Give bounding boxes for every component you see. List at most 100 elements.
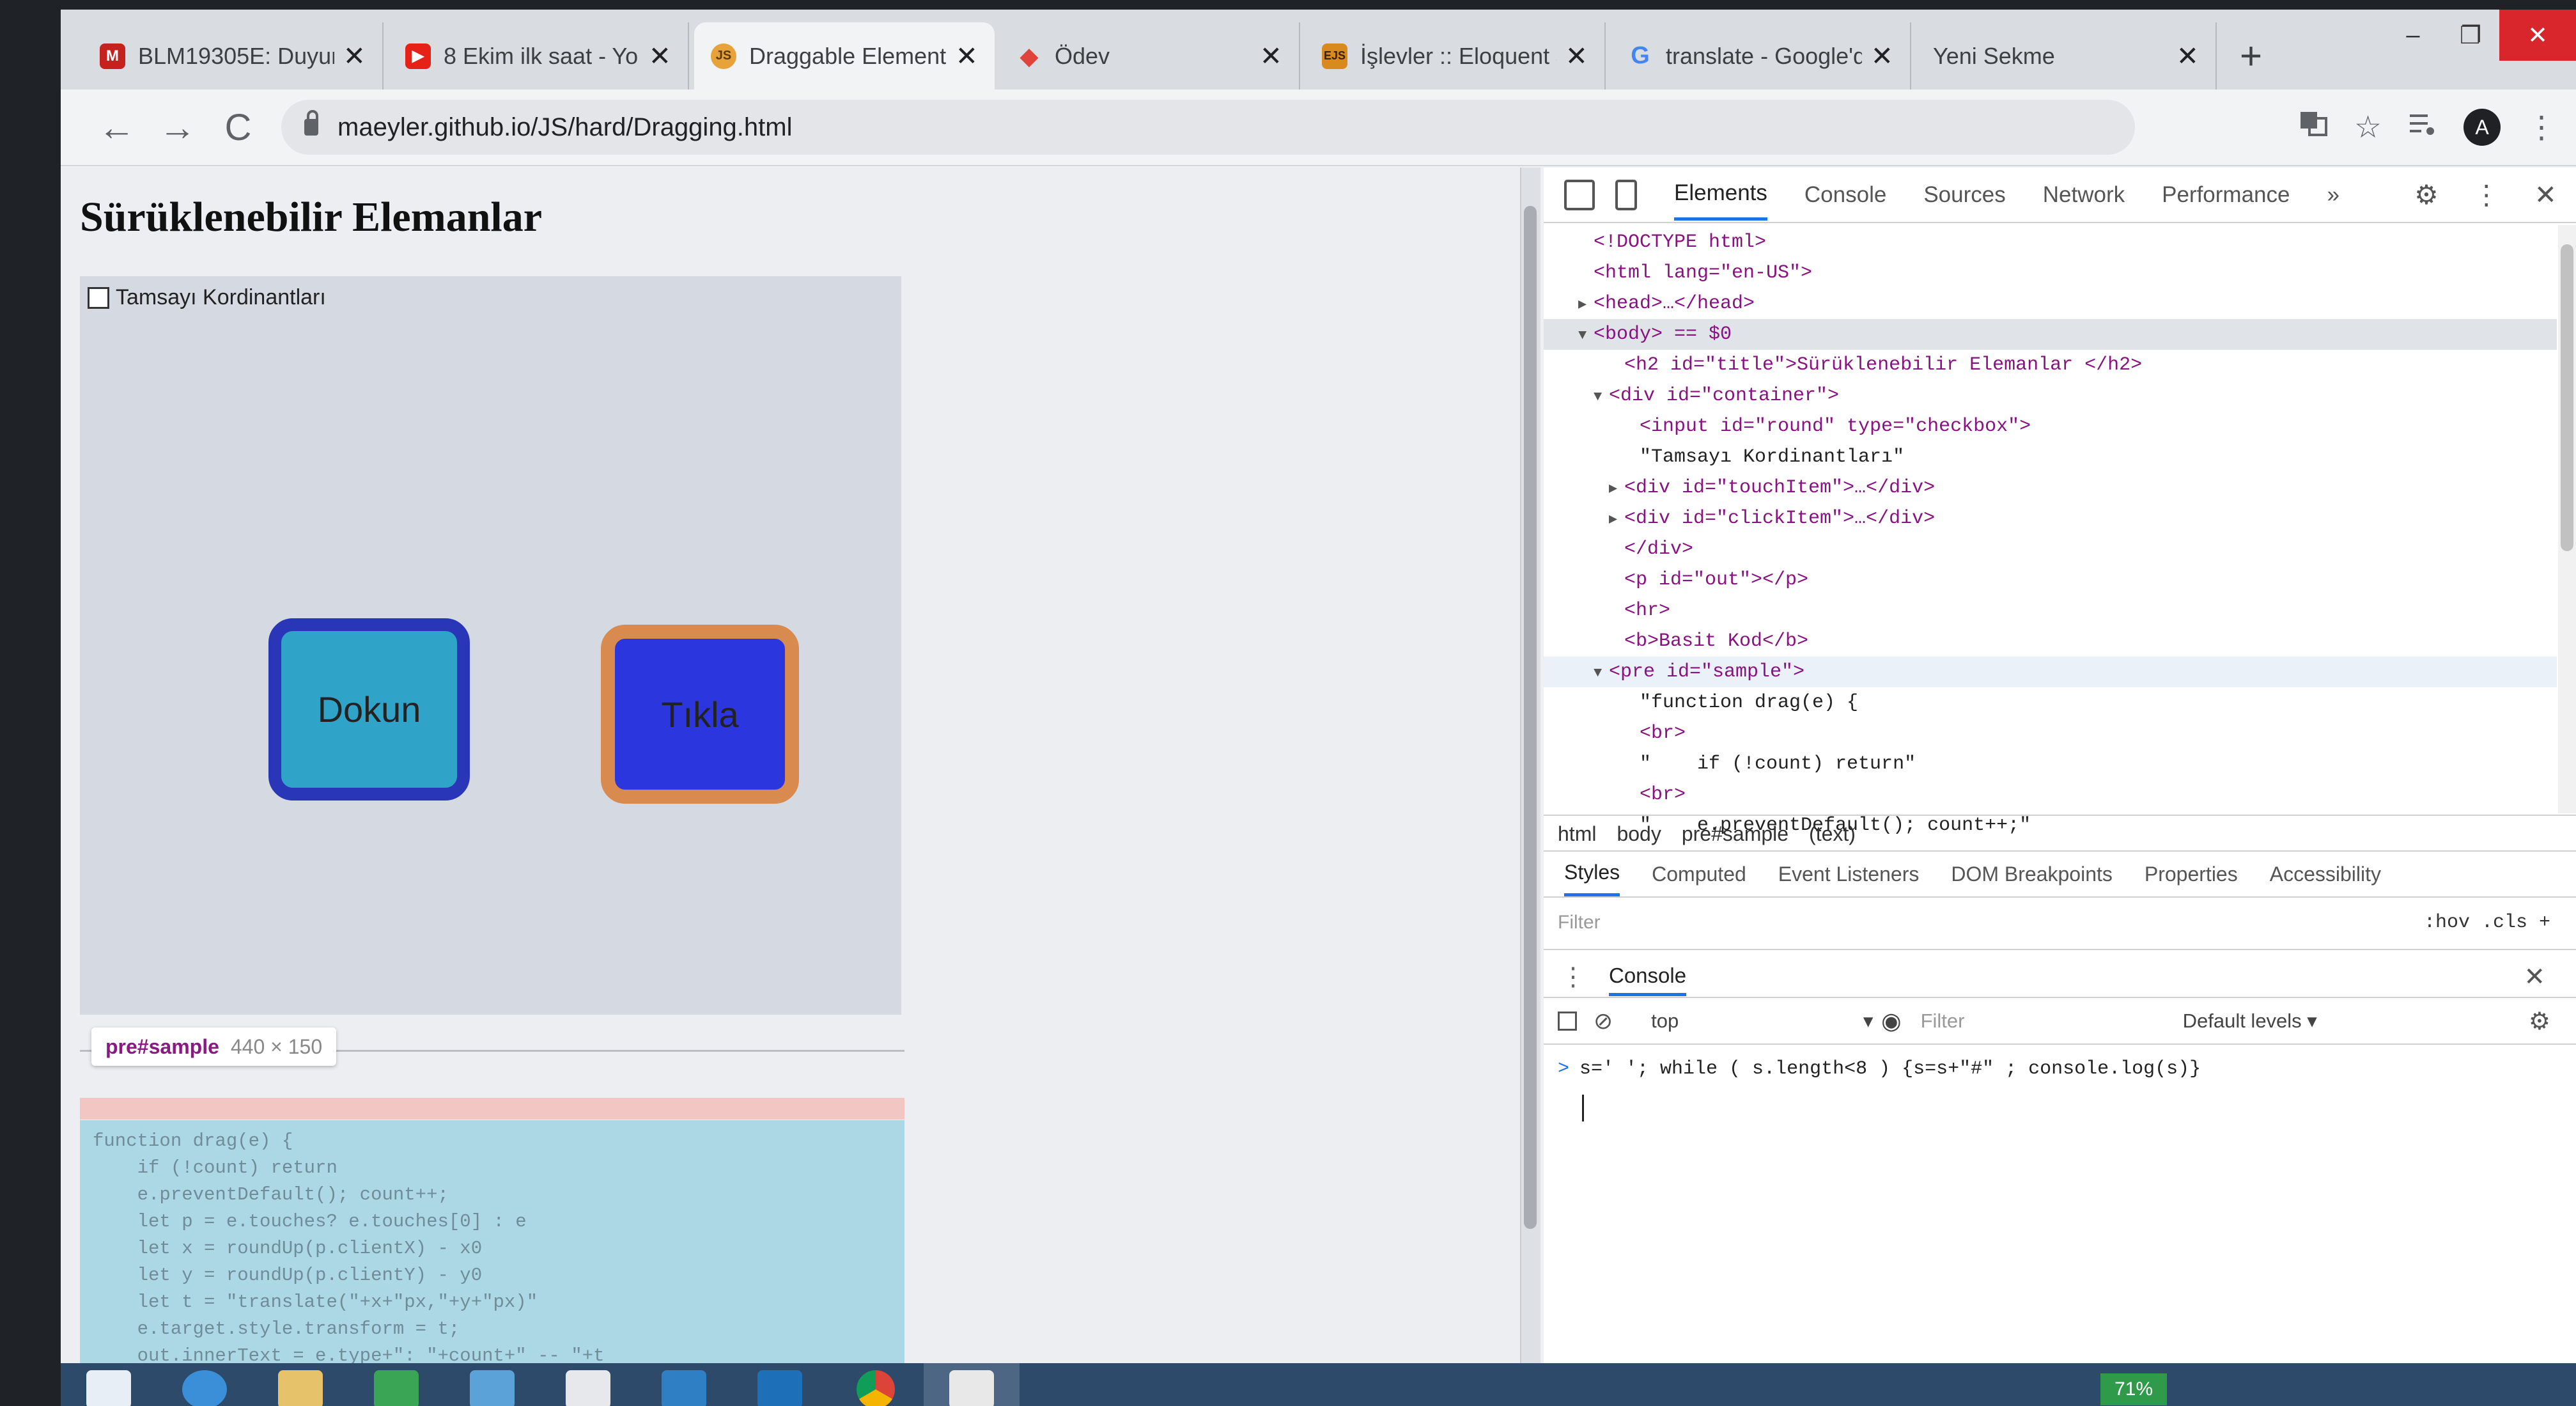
tab-styles[interactable]: Styles — [1564, 852, 1620, 896]
window-close-button[interactable]: ✕ — [2499, 10, 2576, 61]
tab-event-listeners[interactable]: Event Listeners — [1778, 854, 1920, 895]
close-drawer-icon[interactable]: ✕ — [2524, 962, 2545, 992]
dom-node-line[interactable]: <hr> — [1544, 595, 2557, 626]
app-icon[interactable] — [732, 1363, 828, 1406]
close-icon[interactable]: ✕ — [1260, 40, 1282, 72]
drawer-menu-icon[interactable]: ⋮ — [1560, 962, 1586, 992]
elements-tree[interactable]: <!DOCTYPE html> <html lang="en-US"> ▶ <head… — [1544, 223, 2576, 836]
crumb-body[interactable]: body — [1617, 822, 1661, 846]
tab-accessibility[interactable]: Accessibility — [2270, 854, 2381, 895]
tab-console[interactable]: Console — [1804, 171, 1886, 219]
dom-node-line[interactable]: ▼ <div id="container"> — [1544, 380, 2557, 411]
close-icon[interactable]: ✕ — [1565, 40, 1588, 72]
expand-arrow-icon[interactable]: ▼ — [1578, 320, 1594, 351]
elements-scrollbar[interactable] — [2558, 225, 2576, 813]
dom-node-line[interactable]: "function drag(e) { — [1544, 687, 2557, 718]
dom-node-line[interactable]: ▼ <pre id="sample"> — [1544, 657, 2557, 687]
dom-node-line[interactable]: "Tamsayı Kordinantları" — [1544, 442, 2557, 473]
close-icon[interactable]: ✕ — [2176, 40, 2199, 72]
console-input-line[interactable]: > s=' '; while ( s.length<8 ) {s=s+"#" ;… — [1544, 1050, 2576, 1088]
eye-icon[interactable]: ◉ — [1881, 1008, 1901, 1035]
back-button[interactable]: ← — [86, 106, 147, 149]
expand-arrow-icon[interactable]: ▶ — [1609, 504, 1624, 535]
clear-console-icon[interactable]: ⊘ — [1594, 1008, 1613, 1035]
expand-arrow-icon[interactable]: ▶ — [1609, 474, 1624, 504]
file-explorer-icon[interactable] — [252, 1363, 348, 1406]
tab-elements[interactable]: Elements — [1674, 169, 1767, 221]
tab-properties[interactable]: Properties — [2145, 854, 2238, 895]
round-checkbox[interactable] — [88, 286, 109, 309]
inspect-icon[interactable] — [1564, 179, 1595, 210]
close-icon[interactable]: ✕ — [649, 40, 671, 72]
close-icon[interactable]: ✕ — [956, 40, 978, 72]
home-icon[interactable] — [540, 1363, 636, 1406]
tab-translate[interactable]: G translate - Google'd ✕ — [1611, 22, 1911, 90]
media-icon[interactable] — [2407, 108, 2438, 146]
tab-yeni-sekme[interactable]: Yeni Sekme ✕ — [1916, 22, 2217, 90]
close-devtools-icon[interactable]: ✕ — [2534, 179, 2557, 210]
context-select[interactable]: top ▾ — [1651, 1010, 1881, 1033]
dom-node-line[interactable]: <html lang="en-US"> — [1544, 258, 2557, 288]
expand-arrow-icon[interactable]: ▼ — [1594, 382, 1609, 412]
touch-item[interactable]: Dokun — [268, 618, 470, 801]
scroll-thumb[interactable] — [1524, 206, 1537, 1229]
styles-filter-options[interactable]: :hov .cls + — [2424, 912, 2550, 933]
tab-blm19305e[interactable]: M BLM19305E: Duyuru ✕ — [83, 22, 384, 90]
close-icon[interactable]: ✕ — [343, 40, 366, 72]
menu-icon[interactable]: ⋮ — [2526, 109, 2557, 145]
dom-node-line[interactable]: <input id="round" type="checkbox"> — [1544, 411, 2557, 442]
tab-computed[interactable]: Computed — [1652, 854, 1746, 895]
tab-sources[interactable]: Sources — [1923, 171, 2005, 219]
crumb-pre-sample[interactable]: pre#sample — [1682, 822, 1788, 846]
address-bar[interactable]: maeyler.github.io/JS/hard/Dragging.html — [281, 100, 2135, 155]
star-icon[interactable]: ☆ — [2354, 109, 2382, 145]
mail-icon[interactable] — [444, 1363, 540, 1406]
round-checkbox-row[interactable]: Tamsayı Kordinantları — [88, 285, 326, 310]
dom-node-line[interactable]: ▼ <body> == $0 — [1544, 319, 2557, 350]
dom-node-line[interactable]: ▶ <div id="touchItem">…</div> — [1544, 473, 2557, 503]
tab-youtube[interactable]: ▶ 8 Ekim ilk saat - Yo ✕ — [389, 22, 689, 90]
battery-indicator[interactable]: 71% — [2100, 1373, 2167, 1405]
styles-filter-input[interactable]: Filter — [1558, 912, 1601, 933]
scroll-thumb[interactable] — [2561, 244, 2573, 551]
dom-node-line[interactable]: ▶ <head>…</head> — [1544, 288, 2557, 319]
console-filter-input[interactable]: Filter — [1921, 1010, 2164, 1033]
dom-node-line[interactable]: <b>Basit Kod</b> — [1544, 626, 2557, 657]
dom-node-line[interactable]: </div> — [1544, 534, 2557, 565]
close-icon[interactable]: ✕ — [1871, 40, 1893, 72]
click-item[interactable]: Tıkla — [601, 625, 799, 804]
chrome-icon[interactable] — [828, 1363, 924, 1406]
dom-node-line[interactable]: <br> — [1544, 718, 2557, 749]
gear-icon[interactable]: ⚙ — [2414, 179, 2439, 210]
remote-desktop-icon[interactable] — [636, 1363, 732, 1406]
kebab-menu-icon[interactable]: ⋮ — [2473, 179, 2500, 210]
expand-arrow-icon[interactable]: ▶ — [1578, 290, 1594, 320]
tab-draggable-elements[interactable]: JS Draggable Elements ✕ — [694, 22, 995, 90]
reload-button[interactable]: C — [208, 106, 268, 149]
store-icon[interactable] — [348, 1363, 444, 1406]
device-toolbar-icon[interactable] — [1615, 179, 1637, 210]
expand-arrow-icon[interactable]: ▼ — [1594, 658, 1609, 689]
dom-node-line[interactable]: " if (!count) return" — [1544, 749, 2557, 779]
dom-node-line[interactable]: <p id="out"></p> — [1544, 565, 2557, 595]
tab-eloquent[interactable]: EJS İşlevler :: Eloquent J ✕ — [1305, 22, 1606, 90]
dom-node-line[interactable]: ▶ <div id="clickItem">…</div> — [1544, 503, 2557, 534]
minimize-button[interactable]: – — [2384, 10, 2442, 61]
tab-dom-breakpoints[interactable]: DOM Breakpoints — [1951, 854, 2113, 895]
tab-performance[interactable]: Performance — [2162, 171, 2290, 219]
more-tabs-icon[interactable]: » — [2327, 171, 2339, 219]
internet-explorer-icon[interactable] — [157, 1363, 252, 1406]
tab-odev[interactable]: ◆ Ödev ✕ — [1000, 22, 1300, 90]
avatar[interactable]: A — [2463, 109, 2501, 146]
windows-start-icon[interactable] — [61, 1363, 157, 1406]
console-settings-icon[interactable]: ⚙ — [2529, 1007, 2550, 1036]
dom-node-line[interactable]: <!DOCTYPE html> — [1544, 227, 2557, 258]
levels-select[interactable]: Default levels ▾ — [2183, 1010, 2317, 1033]
console-drawer-tab[interactable]: Console — [1609, 958, 1687, 996]
crumb-html[interactable]: html — [1558, 822, 1596, 846]
forward-button[interactable]: → — [147, 106, 208, 149]
crumb-text[interactable]: (text) — [1809, 822, 1856, 846]
dom-node-line[interactable]: <br> — [1544, 779, 2557, 810]
dom-node-line[interactable]: <h2 id="title">Sürüklenebilir Elemanlar … — [1544, 350, 2557, 380]
chrome-profile-icon[interactable] — [924, 1363, 1020, 1406]
